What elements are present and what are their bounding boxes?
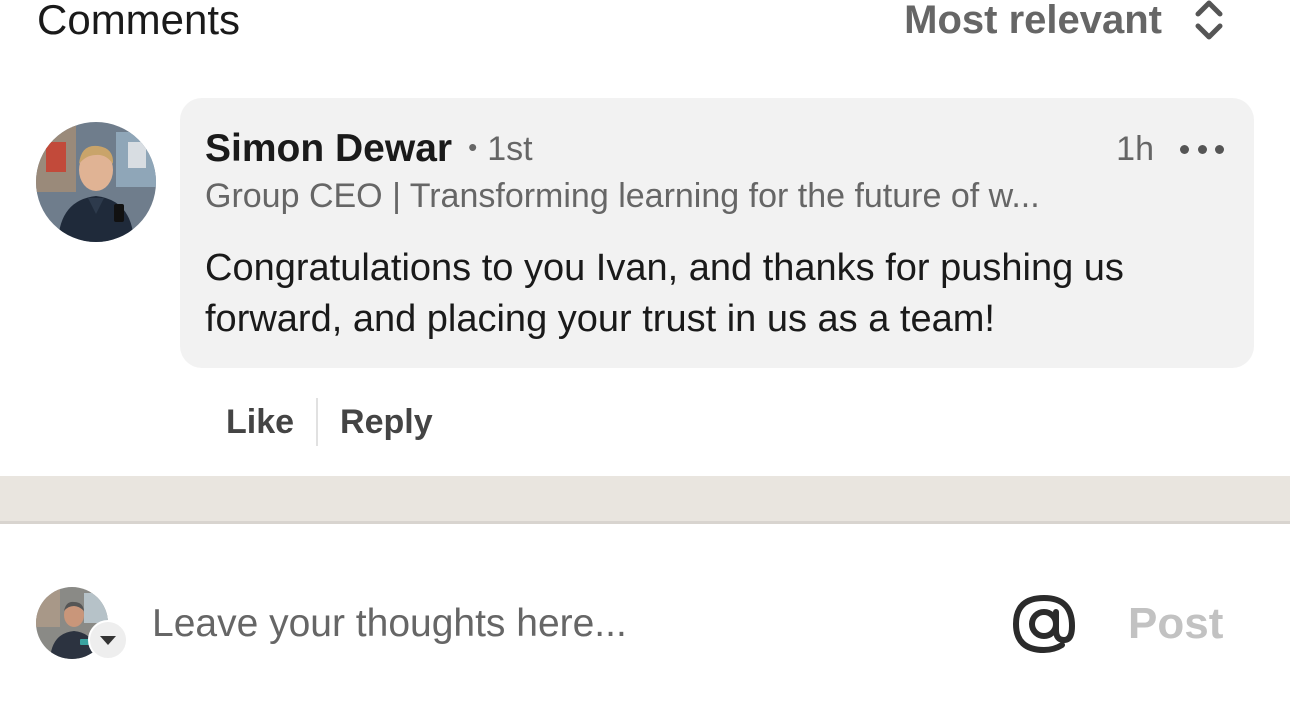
more-dot — [1180, 144, 1189, 154]
connection-degree: • 1st — [468, 130, 532, 169]
more-horizontal-icon[interactable] — [1180, 134, 1224, 164]
author-headline: Group CEO | Transforming learning for th… — [205, 177, 1040, 215]
degree-separator: • — [468, 131, 478, 162]
commenter-avatar[interactable] — [36, 122, 156, 242]
up-down-chevron-icon — [1195, 0, 1223, 40]
caret-down-glyph — [100, 636, 116, 645]
like-button[interactable]: Like — [204, 403, 316, 442]
post-button[interactable]: Post — [1128, 596, 1223, 652]
more-dot — [1215, 144, 1224, 154]
comment-input[interactable] — [152, 596, 972, 652]
author-name[interactable]: Simon Dewar — [205, 127, 452, 171]
sort-label: Most relevant — [904, 0, 1162, 42]
comment-time: 1h — [1116, 129, 1154, 168]
comment-author-row: Simon Dewar • 1st 1h — [205, 124, 1224, 174]
avatar-photo — [36, 122, 156, 242]
section-separator — [0, 476, 1290, 524]
comment-text: Congratulations to you Ivan, and thanks … — [205, 247, 1124, 340]
comment-actions: Like Reply — [204, 398, 455, 446]
comment-bubble: Simon Dewar • 1st 1h Group CEO | Transfor… — [180, 98, 1254, 368]
comments-screen: Comments Most relevant Simon Dewar • 1st … — [0, 0, 1290, 719]
reply-button[interactable]: Reply — [318, 403, 455, 442]
comments-title: Comments — [37, 0, 241, 43]
more-dot — [1197, 144, 1207, 154]
degree-label: 1st — [487, 129, 533, 168]
at-sign-glyph — [1012, 594, 1076, 654]
sort-dropdown[interactable]: Most relevant — [904, 0, 1226, 46]
at-sign-icon[interactable] — [1010, 590, 1078, 658]
caret-down-icon[interactable] — [88, 620, 128, 660]
